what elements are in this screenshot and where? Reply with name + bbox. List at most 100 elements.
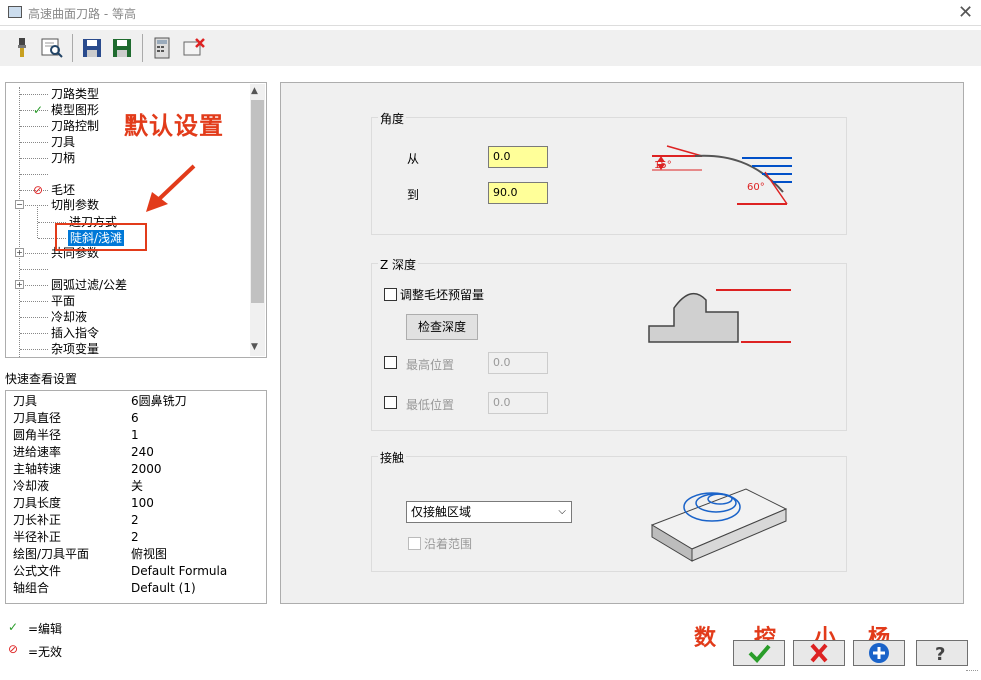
angle-from-label: 从	[407, 152, 420, 166]
check-icon	[748, 644, 771, 663]
toolbar-separator	[72, 34, 73, 62]
annotation-box	[55, 223, 147, 251]
quick-view-key: 半径补正	[13, 530, 62, 544]
quick-view-value: 6	[131, 411, 139, 425]
cancel-button[interactable]	[793, 640, 845, 666]
invalid-icon: ⊘	[8, 642, 19, 656]
scroll-down-icon[interactable]: ▼	[251, 342, 258, 352]
bottom-position-checkbox[interactable]	[384, 396, 397, 409]
watermark-char: 数	[694, 626, 717, 651]
quick-view-key: 绘图/刀具平面	[13, 547, 90, 561]
close-icon[interactable]: ✕	[958, 2, 973, 23]
close-icon	[810, 643, 828, 663]
title-bar: 高速曲面刀路 - 等高 ✕	[0, 0, 981, 26]
tree-item-toolpath-control[interactable]: 刀路控制	[51, 118, 99, 134]
invalid-icon: ⊘	[33, 183, 44, 197]
quick-view-key: 主轴转速	[13, 462, 62, 476]
tree-item-model-geometry[interactable]: 模型图形	[51, 102, 99, 118]
angle-diagram-a: 15°	[654, 160, 672, 171]
contact-diagram	[650, 488, 788, 562]
quick-view-value: Default (1)	[131, 581, 196, 595]
quick-view-key: 刀长补正	[13, 513, 62, 527]
tree-item-arc-filter[interactable]: 圆弧过滤/公差	[51, 277, 127, 293]
quick-view-key: 圆角半径	[13, 428, 62, 442]
scroll-up-icon[interactable]: ▲	[251, 86, 258, 96]
along-range-checkbox[interactable]	[408, 537, 421, 550]
chevron-down-icon: ⌵	[558, 506, 566, 517]
ok-button[interactable]	[733, 640, 785, 666]
quick-view-value: 240	[131, 445, 154, 459]
check-icon: ✓	[8, 620, 19, 634]
tool-icon[interactable]	[10, 36, 34, 60]
delete-icon[interactable]	[182, 36, 206, 60]
help-icon: ?	[935, 644, 945, 665]
expand-icon[interactable]: +	[15, 248, 24, 257]
check-depth-button[interactable]: 检查深度	[406, 314, 478, 340]
quick-view-value: 2000	[131, 462, 162, 476]
bottom-position-label: 最低位置	[406, 398, 455, 412]
quick-view-key: 轴组合	[13, 581, 50, 595]
quick-view-key: 刀具长度	[13, 496, 62, 510]
tree-item-misc-values[interactable]: 杂项变量	[51, 341, 99, 357]
angle-diagram-b: 60°	[747, 182, 765, 193]
quick-view-value: Default Formula	[131, 564, 228, 578]
tree-item-plane[interactable]: 平面	[51, 293, 75, 309]
save-icon[interactable]	[80, 36, 104, 60]
top-position-input[interactable]: 0.0	[488, 352, 548, 374]
quick-view-value: 6圆鼻铣刀	[131, 394, 187, 408]
legend-invalid: =无效	[28, 645, 63, 659]
zdepth-group-title: Z 深度	[378, 256, 419, 273]
angle-group-title: 角度	[378, 110, 407, 127]
annotation-arrow	[146, 164, 196, 212]
app-icon	[8, 6, 22, 18]
quick-view-value: 2	[131, 530, 139, 544]
annotation-label: 默认设置	[124, 112, 224, 140]
angle-from-input[interactable]: 0.0	[488, 146, 548, 168]
quick-view-value: 关	[131, 479, 144, 493]
contact-select[interactable]: 仅接触区域 ⌵	[406, 501, 572, 523]
apply-button[interactable]	[853, 640, 905, 666]
quick-view-title: 快速查看设置	[5, 372, 78, 386]
zdepth-group: Z 深度 调整毛坯预留量 检查深度 最高位置 0.0 最低位置 0.0	[371, 256, 847, 431]
quick-view-key: 公式文件	[13, 564, 62, 578]
angle-to-input[interactable]: 90.0	[488, 182, 548, 204]
quick-view-key: 刀具	[13, 394, 38, 408]
angle-to-label: 到	[407, 188, 420, 202]
top-position-checkbox[interactable]	[384, 356, 397, 369]
legend-edit: =编辑	[28, 622, 63, 636]
quick-view-value: 1	[131, 428, 139, 442]
tree-scrollbar-thumb[interactable]	[251, 100, 264, 303]
settings-panel: 角度 从 0.0 到 90.0 15° 60° Z 深度 调整毛坯预留量 检查深…	[280, 82, 964, 604]
toolbar	[0, 30, 981, 66]
collapse-icon[interactable]: −	[15, 200, 24, 209]
window-title: 高速曲面刀路 - 等高	[28, 7, 136, 21]
preview-icon[interactable]	[40, 36, 64, 60]
resize-grip[interactable]	[966, 670, 978, 678]
tree-item-insert-directive[interactable]: 插入指令	[51, 325, 99, 341]
help-button[interactable]: ?	[916, 640, 968, 666]
tree-item-coolant[interactable]: 冷却液	[51, 309, 87, 325]
expand-icon[interactable]: +	[15, 280, 24, 289]
tree-item-holder[interactable]: 刀柄	[51, 150, 75, 166]
adjust-stock-label: 调整毛坯预留量	[400, 288, 485, 302]
toolbar-separator	[142, 34, 143, 62]
quick-view-value: 100	[131, 496, 154, 510]
angle-diagram: 15° 60°	[652, 145, 792, 205]
tree-item-toolpath-type[interactable]: 刀路类型	[51, 86, 99, 102]
contact-group-title: 接触	[378, 449, 407, 466]
zdepth-diagram	[648, 289, 791, 343]
calculator-icon[interactable]	[150, 36, 174, 60]
tree-item-stock[interactable]: 毛坯	[51, 182, 75, 198]
angle-group: 角度 从 0.0 到 90.0 15° 60°	[371, 110, 847, 235]
check-icon: ✓	[33, 103, 44, 117]
tree-item-cut-params[interactable]: 切削参数	[51, 197, 99, 213]
save-all-icon[interactable]	[110, 36, 134, 60]
bottom-position-input[interactable]: 0.0	[488, 392, 548, 414]
plus-icon	[869, 643, 889, 663]
quick-view-value: 2	[131, 513, 139, 527]
tree-item-tool[interactable]: 刀具	[51, 134, 75, 150]
quick-view-value: 俯视图	[131, 547, 168, 561]
contact-group: 接触 仅接触区域 ⌵ 沿着范围	[371, 449, 847, 572]
adjust-stock-checkbox[interactable]	[384, 288, 397, 301]
quick-view-table: 刀具 6圆鼻铣刀 刀具直径 6 圆角半径 1 进给速率 240 主轴转速 2000 冷却液 关刀具长度…	[5, 390, 267, 604]
